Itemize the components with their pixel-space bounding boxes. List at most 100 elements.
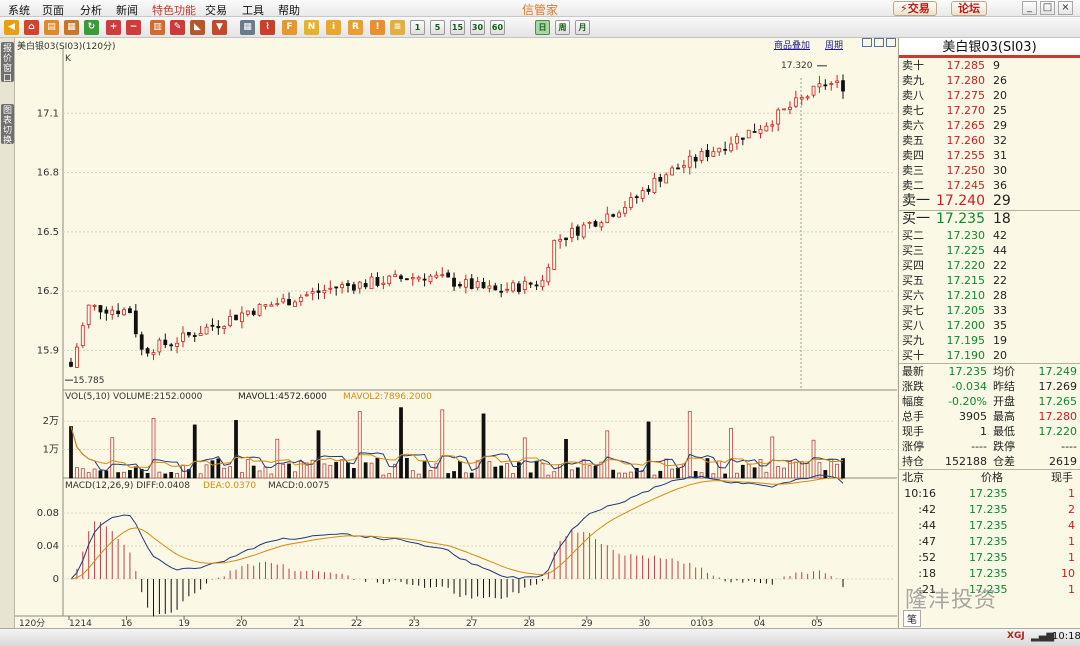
period-link[interactable]: 周期 [825,38,843,51]
status-bar: XGJ ▂▄▆ 10:18 [0,628,1080,646]
period-30min[interactable]: 30 [470,20,485,35]
back-icon[interactable]: ◀ [4,20,19,35]
split-icon[interactable] [874,38,884,47]
chart-icon[interactable]: ▥ [150,20,165,35]
tab-chart-switch[interactable]: 图表切换 [1,104,14,146]
candle-body [393,274,398,277]
menu-page[interactable]: 页面 [42,2,64,18]
period-label: 120分 [19,618,45,628]
candle-body [676,167,680,170]
book-icon[interactable]: ▤ [44,20,59,35]
close-button[interactable]: × [1058,1,1073,15]
candle-body [340,284,344,289]
maximize-button[interactable]: □ [1040,1,1055,15]
pages-icon[interactable]: ▦ [64,20,79,35]
candle-body [104,309,109,314]
candle-body [428,275,433,283]
volume-bar [552,471,557,479]
draw-icon[interactable]: ◣ [190,20,205,35]
menu-analysis[interactable]: 分析 [80,2,102,18]
low-label: 15.785 [73,376,105,386]
chart-symbol-label: 美白银03(SI03)(120分) [17,42,116,52]
volume-bar [676,467,680,479]
stat-value: 152188 [945,455,987,468]
layout-icon[interactable] [862,38,872,47]
candle-body [416,276,421,280]
kline-chart[interactable]: K 17.1 16.8 16.5 16.2 15.9 17.320 15.785 VOL(5,1… [15,38,897,628]
volume-bar [570,469,574,479]
info-icon[interactable]: i [326,20,341,35]
candle-body [92,305,97,307]
tick-volume: 1 [1068,551,1075,564]
candle-body [493,285,498,291]
minimize-button[interactable]: _ [1022,1,1037,15]
ask-list: 卖十 17.285 9 卖九 17.280 26 卖八 17.275 20 卖七 17.270 25 卖… [899,58,1080,210]
period-1min[interactable]: 1 [410,20,425,35]
bid-volume: 22 [993,274,1007,287]
table-icon[interactable]: ▦ [240,20,255,35]
x-tick-label: 05 [811,619,822,628]
volume-bar [346,462,350,479]
candle-body [240,312,244,323]
candle-body [181,332,185,342]
period-day[interactable]: 日 [535,20,550,35]
candle-body [793,97,798,107]
ask-label: 卖五 [902,134,924,147]
kline-icon[interactable]: ⌇ [260,20,275,35]
menu-news[interactable]: 新闻 [116,2,138,18]
report-icon[interactable]: R [348,20,363,35]
tick-time: :42 [918,503,936,516]
candle-body [375,277,380,286]
bid-row: 买三 17.225 44 [899,243,1080,258]
bid-volume: 22 [993,259,1007,272]
stat-row: 持仓 152188 仓差 2619 [899,454,1080,469]
candle-body [522,280,527,291]
volume-bar [269,473,274,479]
ask-row: 卖三 17.250 30 [899,163,1080,178]
volume-bar [652,474,657,479]
candle-body [805,96,810,99]
vol-tick: 2万 [43,416,59,427]
zoom-out-icon[interactable]: − [126,20,141,35]
home-icon[interactable]: ⌂ [24,20,39,35]
volume-bar [829,458,834,479]
price-tick: 15.9 [37,345,59,356]
candle-body [587,221,592,224]
zoom-in-icon[interactable]: + [106,20,121,35]
ticks-header: 北京 价格 现手 [902,471,1073,484]
period-15min[interactable]: 15 [450,20,465,35]
period-60min[interactable]: 60 [490,20,505,35]
menu-trade[interactable]: 交易 [205,2,227,18]
period-month[interactable]: 月 [575,20,590,35]
trade-button[interactable]: ⚡交易 [893,1,937,16]
menu-features[interactable]: 特色功能 [152,2,196,18]
period-5min[interactable]: 5 [430,20,445,35]
candle-body [422,278,427,281]
bid-row: 买十 17.190 20 [899,348,1080,363]
tab-quote-window[interactable]: 报价窗口 [1,42,14,84]
pen-icon[interactable]: ✎ [170,20,185,35]
x-tick-label: 28 [524,619,536,628]
volume-bar [752,467,757,479]
candle-body [687,155,692,168]
period-week[interactable]: 周 [555,20,570,35]
f10-icon[interactable]: F [282,20,297,35]
menu-system[interactable]: 系统 [8,2,30,18]
candle-body [251,310,256,315]
candle-body [210,324,215,327]
refresh-icon[interactable]: ↻ [84,20,99,35]
filter-icon[interactable]: ▼ [212,20,227,35]
candle-body [511,282,515,292]
menu-tools[interactable]: 工具 [242,2,264,18]
note-icon[interactable]: ≡ [390,20,405,35]
candle-body [122,309,126,316]
news-icon[interactable]: N [304,20,319,35]
alert-icon[interactable]: ! [370,20,385,35]
forum-button[interactable]: 论坛 [951,1,987,16]
price-tick: 16.5 [37,227,59,238]
expand-icon[interactable] [886,38,896,47]
stat-row: 现手 1 最低 17.220 [899,424,1080,439]
menu-help[interactable]: 帮助 [278,2,300,18]
overlay-link[interactable]: 商品叠加 [774,38,810,51]
volume-bar [334,461,339,479]
